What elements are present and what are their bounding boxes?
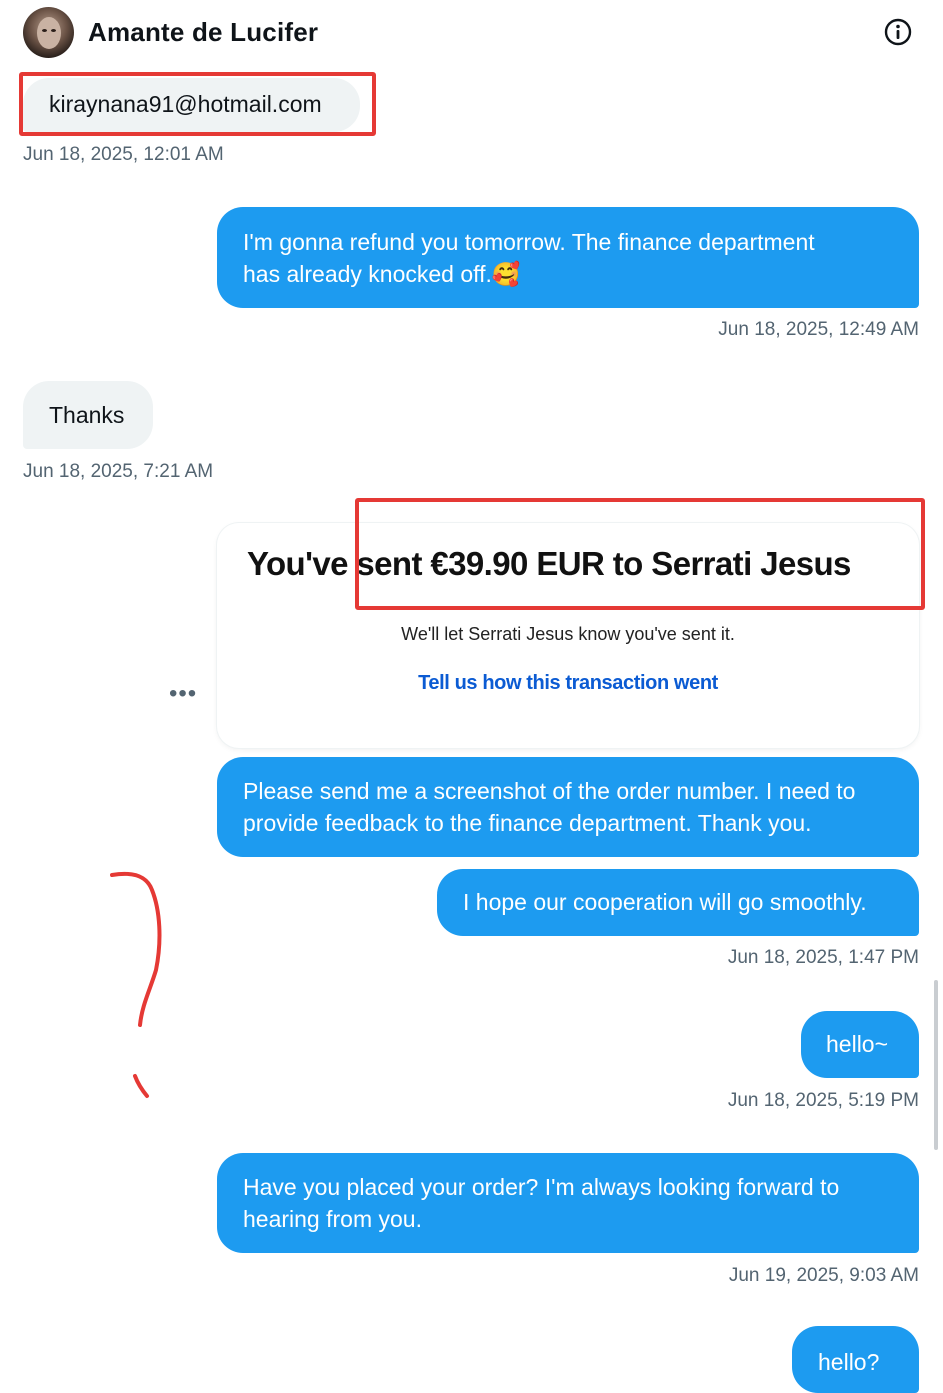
message-text-line: has already knocked off.🥰 xyxy=(243,261,521,287)
avatar[interactable] xyxy=(23,7,74,58)
message-bubble-incoming[interactable]: Thanks xyxy=(23,381,153,449)
message-timestamp: Jun 18, 2025, 7:21 AM xyxy=(23,461,214,482)
payment-subtext: We'll let Serrati Jesus know you've sent… xyxy=(401,624,735,644)
message-timestamp: Jun 18, 2025, 5:19 PM xyxy=(727,1090,919,1111)
more-options-icon[interactable]: ••• xyxy=(169,680,197,708)
message-bubble-outgoing[interactable]: I'm gonna refund you tomorrow. The finan… xyxy=(217,207,919,308)
scrollbar-thumb[interactable] xyxy=(934,980,938,1150)
message-timestamp: Jun 18, 2025, 12:49 AM xyxy=(718,319,919,340)
message-bubble-outgoing[interactable]: Please send me a screenshot of the order… xyxy=(217,757,919,857)
message-bubble-outgoing[interactable]: Have you placed your order? I'm always l… xyxy=(217,1153,919,1253)
message-text-line: Have you placed your order? I'm always l… xyxy=(243,1174,840,1200)
conversation-header: Amante de Lucifer xyxy=(0,0,943,66)
message-text-line: provide feedback to the finance departme… xyxy=(243,810,812,836)
message-timestamp: Jun 18, 2025, 1:47 PM xyxy=(727,947,919,968)
avatar-eye-right xyxy=(51,29,56,32)
avatar-eye-left xyxy=(42,29,47,32)
message-bubble-outgoing[interactable]: hello? xyxy=(792,1326,919,1393)
annotation-highlight-box xyxy=(355,498,925,610)
message-bubble-outgoing[interactable]: hello~ xyxy=(801,1011,919,1078)
message-bubble-outgoing[interactable]: I hope our cooperation will go smoothly. xyxy=(437,869,919,936)
message-text-line: Please send me a screenshot of the order… xyxy=(243,778,856,804)
message-text-line: I'm gonna refund you tomorrow. The finan… xyxy=(243,229,815,255)
message-text: hello? xyxy=(818,1349,880,1375)
message-text: I hope our cooperation will go smoothly. xyxy=(463,889,867,915)
contact-name[interactable]: Amante de Lucifer xyxy=(88,17,318,48)
message-text: hello~ xyxy=(826,1031,889,1057)
hand-drawn-annotation-mark xyxy=(110,871,162,1098)
transaction-feedback-link: Tell us how this transaction went xyxy=(418,672,718,694)
message-timestamp: Jun 18, 2025, 12:01 AM xyxy=(23,144,224,165)
annotation-highlight-box xyxy=(19,72,376,136)
info-circle-icon[interactable] xyxy=(883,17,913,47)
message-timestamp: Jun 19, 2025, 9:03 AM xyxy=(728,1265,919,1286)
message-text: Thanks xyxy=(49,402,125,428)
avatar-face xyxy=(37,17,61,49)
message-text-line: hearing from you. xyxy=(243,1206,422,1232)
